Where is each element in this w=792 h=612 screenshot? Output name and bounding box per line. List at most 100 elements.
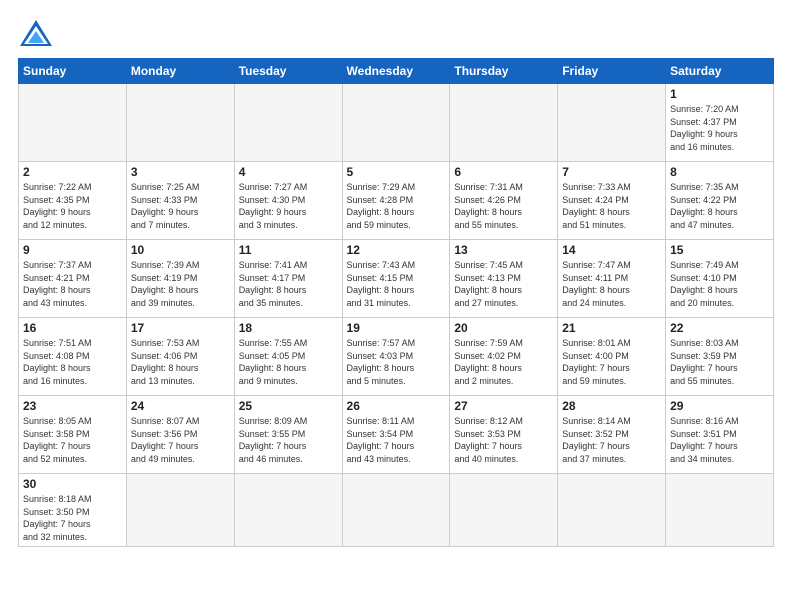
table-row: 8Sunrise: 7:35 AM Sunset: 4:22 PM Daylig… (666, 162, 774, 240)
day-info: Sunrise: 8:03 AM Sunset: 3:59 PM Dayligh… (670, 337, 769, 387)
day-number: 26 (347, 399, 446, 413)
table-row: 5Sunrise: 7:29 AM Sunset: 4:28 PM Daylig… (342, 162, 450, 240)
table-row: 28 Sunrise: 8:14 AM Sunset: 3:52 PM Dayli… (558, 396, 666, 474)
table-row: 16 Sunrise: 7:51 AM Sunset: 4:08 PM Dayli… (19, 318, 127, 396)
day-number: 10 (131, 243, 230, 257)
day-info: Sunrise: 7:22 AM Sunset: 4:35 PM Dayligh… (23, 181, 122, 231)
table-row (558, 84, 666, 162)
day-number: 4 (239, 165, 338, 179)
table-row: 11 Sunrise: 7:41 AM Sunset: 4:17 PM Dayli… (234, 240, 342, 318)
header-saturday: Saturday (666, 59, 774, 84)
day-number: 20 (454, 321, 553, 335)
day-number: 22 (670, 321, 769, 335)
weekday-header-row: Sunday Monday Tuesday Wednesday Thursday… (19, 59, 774, 84)
table-row: 26 Sunrise: 8:11 AM Sunset: 3:54 PM Dayli… (342, 396, 450, 474)
table-row (19, 84, 127, 162)
day-number: 2 (23, 165, 122, 179)
table-row: 2 Sunrise: 7:22 AM Sunset: 4:35 PM Daylig… (19, 162, 127, 240)
table-row: 23Sunrise: 8:05 AM Sunset: 3:58 PM Dayli… (19, 396, 127, 474)
day-number: 21 (562, 321, 661, 335)
table-row: 14Sunrise: 7:47 AM Sunset: 4:11 PM Dayli… (558, 240, 666, 318)
table-row (126, 474, 234, 547)
day-number: 25 (239, 399, 338, 413)
table-row: 25 Sunrise: 8:09 AM Sunset: 3:55 PM Dayli… (234, 396, 342, 474)
day-info: Sunrise: 8:16 AM Sunset: 3:51 PM Dayligh… (670, 415, 769, 465)
table-row: 12Sunrise: 7:43 AM Sunset: 4:15 PM Dayli… (342, 240, 450, 318)
day-info: Sunrise: 7:35 AM Sunset: 4:22 PM Dayligh… (670, 181, 769, 231)
table-row (234, 84, 342, 162)
header-thursday: Thursday (450, 59, 558, 84)
day-number: 13 (454, 243, 553, 257)
day-info: Sunrise: 8:14 AM Sunset: 3:52 PM Dayligh… (562, 415, 661, 465)
header-monday: Monday (126, 59, 234, 84)
day-number: 30 (23, 477, 122, 491)
day-info: Sunrise: 7:59 AM Sunset: 4:02 PM Dayligh… (454, 337, 553, 387)
day-number: 15 (670, 243, 769, 257)
day-info: Sunrise: 7:45 AM Sunset: 4:13 PM Dayligh… (454, 259, 553, 309)
day-info: Sunrise: 7:20 AM Sunset: 4:37 PM Dayligh… (670, 103, 769, 153)
table-row: 24Sunrise: 8:07 AM Sunset: 3:56 PM Dayli… (126, 396, 234, 474)
day-info: Sunrise: 7:39 AM Sunset: 4:19 PM Dayligh… (131, 259, 230, 309)
day-number: 9 (23, 243, 122, 257)
table-row: 27 Sunrise: 8:12 AM Sunset: 3:53 PM Dayli… (450, 396, 558, 474)
day-number: 29 (670, 399, 769, 413)
day-info: Sunrise: 8:05 AM Sunset: 3:58 PM Dayligh… (23, 415, 122, 465)
header-wednesday: Wednesday (342, 59, 450, 84)
page: Sunday Monday Tuesday Wednesday Thursday… (0, 0, 792, 557)
calendar-table: Sunday Monday Tuesday Wednesday Thursday… (18, 58, 774, 547)
day-info: Sunrise: 7:31 AM Sunset: 4:26 PM Dayligh… (454, 181, 553, 231)
table-row: 21 Sunrise: 8:01 AM Sunset: 4:00 PM Dayli… (558, 318, 666, 396)
day-number: 27 (454, 399, 553, 413)
day-info: Sunrise: 7:25 AM Sunset: 4:33 PM Dayligh… (131, 181, 230, 231)
table-row: 7 Sunrise: 7:33 AM Sunset: 4:24 PM Daylig… (558, 162, 666, 240)
day-info: Sunrise: 7:37 AM Sunset: 4:21 PM Dayligh… (23, 259, 122, 309)
table-row (126, 84, 234, 162)
table-row: 19 Sunrise: 7:57 AM Sunset: 4:03 PM Dayli… (342, 318, 450, 396)
table-row: 30 Sunrise: 8:18 AM Sunset: 3:50 PM Dayli… (19, 474, 127, 547)
day-info: Sunrise: 7:49 AM Sunset: 4:10 PM Dayligh… (670, 259, 769, 309)
table-row: 29 Sunrise: 8:16 AM Sunset: 3:51 PM Dayli… (666, 396, 774, 474)
header-friday: Friday (558, 59, 666, 84)
table-row (342, 474, 450, 547)
day-info: Sunrise: 8:12 AM Sunset: 3:53 PM Dayligh… (454, 415, 553, 465)
day-info: Sunrise: 7:43 AM Sunset: 4:15 PM Dayligh… (347, 259, 446, 309)
day-info: Sunrise: 7:55 AM Sunset: 4:05 PM Dayligh… (239, 337, 338, 387)
day-number: 14 (562, 243, 661, 257)
day-number: 19 (347, 321, 446, 335)
day-number: 11 (239, 243, 338, 257)
table-row: 20 Sunrise: 7:59 AM Sunset: 4:02 PM Dayli… (450, 318, 558, 396)
day-number: 18 (239, 321, 338, 335)
day-info: Sunrise: 7:41 AM Sunset: 4:17 PM Dayligh… (239, 259, 338, 309)
table-row: 4Sunrise: 7:27 AM Sunset: 4:30 PM Daylig… (234, 162, 342, 240)
table-row: 18 Sunrise: 7:55 AM Sunset: 4:05 PM Dayli… (234, 318, 342, 396)
table-row: 15 Sunrise: 7:49 AM Sunset: 4:10 PM Dayli… (666, 240, 774, 318)
table-row (666, 474, 774, 547)
day-info: Sunrise: 7:53 AM Sunset: 4:06 PM Dayligh… (131, 337, 230, 387)
table-row: 17 Sunrise: 7:53 AM Sunset: 4:06 PM Dayli… (126, 318, 234, 396)
table-row: 22 Sunrise: 8:03 AM Sunset: 3:59 PM Dayli… (666, 318, 774, 396)
table-row (234, 474, 342, 547)
day-info: Sunrise: 7:33 AM Sunset: 4:24 PM Dayligh… (562, 181, 661, 231)
day-number: 24 (131, 399, 230, 413)
logo (18, 18, 58, 48)
table-row: 1Sunrise: 7:20 AM Sunset: 4:37 PM Daylig… (666, 84, 774, 162)
day-info: Sunrise: 8:11 AM Sunset: 3:54 PM Dayligh… (347, 415, 446, 465)
header (18, 18, 774, 48)
day-number: 16 (23, 321, 122, 335)
day-info: Sunrise: 7:57 AM Sunset: 4:03 PM Dayligh… (347, 337, 446, 387)
table-row (450, 474, 558, 547)
header-tuesday: Tuesday (234, 59, 342, 84)
table-row: 9 Sunrise: 7:37 AM Sunset: 4:21 PM Daylig… (19, 240, 127, 318)
header-sunday: Sunday (19, 59, 127, 84)
day-number: 5 (347, 165, 446, 179)
day-info: Sunrise: 8:18 AM Sunset: 3:50 PM Dayligh… (23, 493, 122, 543)
day-number: 7 (562, 165, 661, 179)
table-row (342, 84, 450, 162)
day-number: 17 (131, 321, 230, 335)
day-number: 28 (562, 399, 661, 413)
day-info: Sunrise: 8:09 AM Sunset: 3:55 PM Dayligh… (239, 415, 338, 465)
table-row (558, 474, 666, 547)
day-info: Sunrise: 8:01 AM Sunset: 4:00 PM Dayligh… (562, 337, 661, 387)
day-info: Sunrise: 7:51 AM Sunset: 4:08 PM Dayligh… (23, 337, 122, 387)
table-row: 13 Sunrise: 7:45 AM Sunset: 4:13 PM Dayli… (450, 240, 558, 318)
